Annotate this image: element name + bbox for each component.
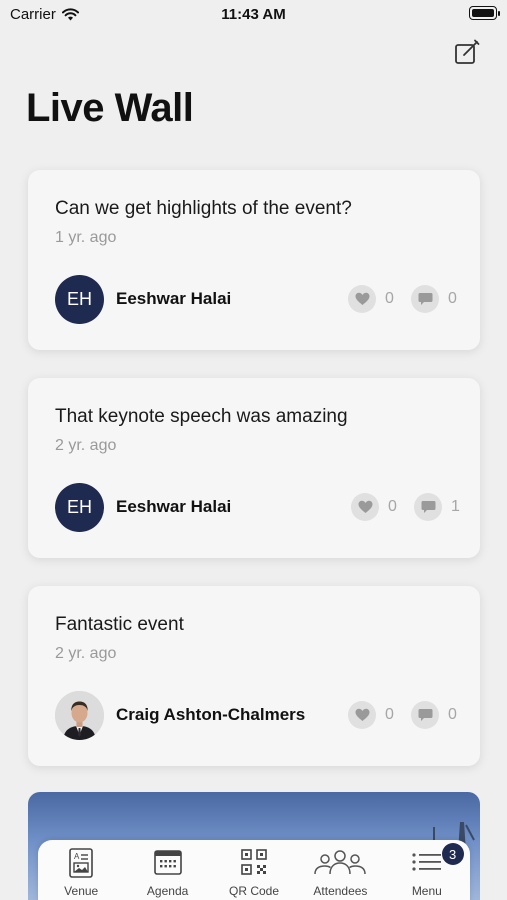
heart-icon xyxy=(358,500,372,513)
comment-button[interactable]: 1 xyxy=(414,493,460,521)
like-count: 0 xyxy=(385,706,394,723)
qr-code-icon xyxy=(241,849,267,875)
tab-menu[interactable]: 3 Menu xyxy=(384,840,470,900)
heart-icon xyxy=(355,292,369,305)
attendees-icon xyxy=(314,850,367,875)
post-card[interactable]: Can we get highlights of the event? 1 yr… xyxy=(28,170,480,350)
page-title: Live Wall xyxy=(26,86,194,130)
comment-button[interactable]: 0 xyxy=(411,285,457,313)
like-button[interactable]: 0 xyxy=(351,493,397,521)
venue-icon: A xyxy=(69,848,94,878)
post-card[interactable]: Fantastic event 2 yr. ago Craig Ashton-C… xyxy=(28,586,480,766)
post-card[interactable]: That keynote speech was amazing 2 yr. ag… xyxy=(28,378,480,558)
compose-button[interactable] xyxy=(453,38,481,66)
avatar-photo[interactable] xyxy=(55,691,104,740)
post-message: That keynote speech was amazing xyxy=(55,406,348,427)
avatar[interactable]: EH xyxy=(55,483,104,532)
like-count: 0 xyxy=(388,498,397,515)
tab-label: Venue xyxy=(64,884,99,898)
svg-text:A: A xyxy=(74,852,80,861)
comment-count: 1 xyxy=(451,498,460,515)
status-bar: Carrier 11:43 AM xyxy=(0,0,507,30)
post-time: 1 yr. ago xyxy=(55,229,117,246)
comment-count: 0 xyxy=(448,706,457,723)
comment-button[interactable]: 0 xyxy=(411,701,457,729)
compose-icon xyxy=(455,39,480,64)
tab-agenda[interactable]: Agenda xyxy=(124,840,210,900)
tab-label: Agenda xyxy=(146,884,189,898)
like-count: 0 xyxy=(385,290,394,307)
comment-icon xyxy=(418,709,432,721)
like-button[interactable]: 0 xyxy=(348,285,394,313)
comment-icon xyxy=(418,293,432,305)
avatar-initials: EH xyxy=(66,289,92,309)
battery-icon xyxy=(469,6,500,20)
tab-label: Menu xyxy=(411,884,442,898)
post-time: 2 yr. ago xyxy=(55,645,117,662)
tab-venue[interactable]: A Venue xyxy=(38,840,124,900)
tab-qr-code[interactable]: QR Code xyxy=(211,840,297,900)
avatar[interactable]: EH xyxy=(55,275,104,324)
agenda-icon xyxy=(153,850,182,875)
post-time: 2 yr. ago xyxy=(55,437,117,454)
person-photo-icon xyxy=(55,691,104,740)
post-message: Fantastic event xyxy=(55,614,184,635)
avatar-initials: EH xyxy=(66,497,92,517)
post-message: Can we get highlights of the event? xyxy=(55,198,352,219)
comment-icon xyxy=(421,501,435,513)
status-time: 11:43 AM xyxy=(221,6,286,23)
post-author[interactable]: Eeshwar Halai xyxy=(116,497,231,517)
tab-label: QR Code xyxy=(229,884,280,898)
tab-bar: A Venue Agenda QR Code Attendees 3 Menu xyxy=(38,840,470,900)
like-button[interactable]: 0 xyxy=(348,701,394,729)
tab-attendees[interactable]: Attendees xyxy=(297,840,383,900)
notification-badge: 3 xyxy=(441,843,464,865)
tab-label: Attendees xyxy=(313,884,368,898)
menu-icon xyxy=(412,853,441,871)
heart-icon xyxy=(355,708,369,721)
comment-count: 0 xyxy=(448,290,457,307)
post-author[interactable]: Craig Ashton-Chalmers xyxy=(116,705,305,725)
post-author[interactable]: Eeshwar Halai xyxy=(116,289,231,309)
